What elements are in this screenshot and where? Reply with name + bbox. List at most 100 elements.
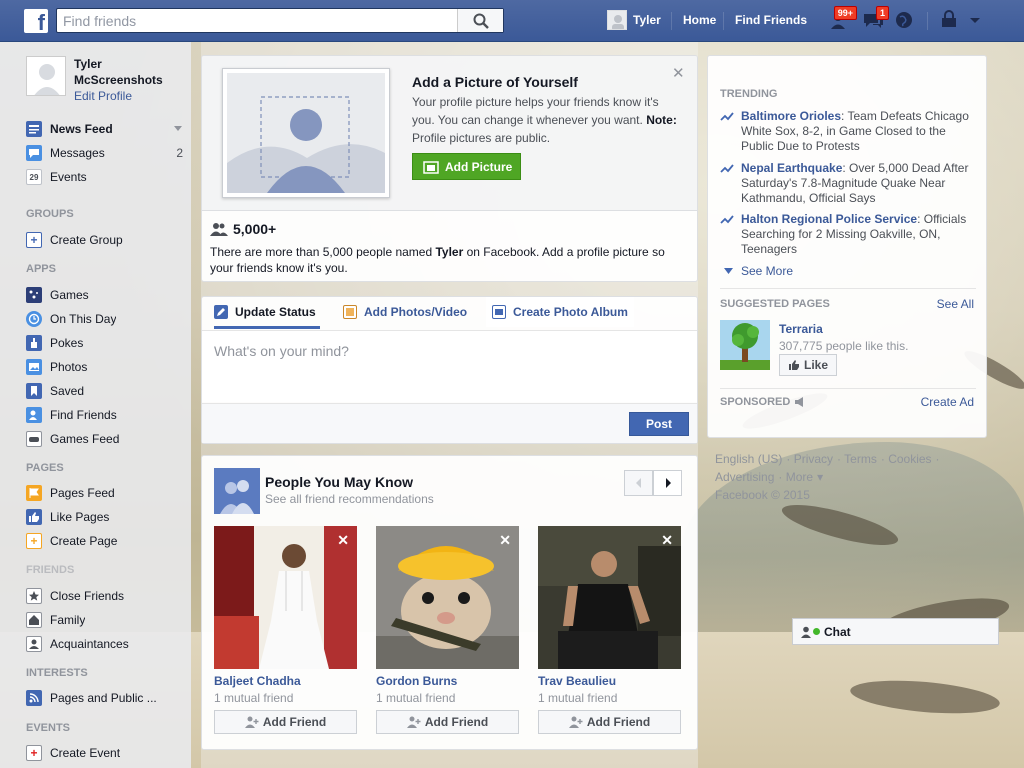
profile-name-link[interactable]: Tyler McScreenshots xyxy=(74,56,184,88)
friend-requests-button[interactable]: 99+ xyxy=(829,6,857,31)
friend-name-link[interactable]: Baljeet Chadha xyxy=(214,674,357,688)
pencil-icon xyxy=(214,305,228,319)
close-icon[interactable]: ✕ xyxy=(661,532,673,549)
friend-suggestion: ✕ Trav Beaulieu 1 mutual friend Add Frie… xyxy=(538,526,681,734)
friend-photo[interactable]: ✕ xyxy=(214,526,357,669)
user-avatar[interactable] xyxy=(607,10,627,30)
footer-link-cookies[interactable]: Cookies xyxy=(888,452,931,466)
footer-link-privacy[interactable]: Privacy xyxy=(794,452,833,466)
like-page-button[interactable]: Like xyxy=(779,354,837,376)
status-input[interactable] xyxy=(214,343,694,403)
tab-add-photos-video[interactable]: Add Photos/Video xyxy=(343,297,467,327)
trending-header: TRENDING xyxy=(720,88,778,100)
sidebar-item-label: Messages xyxy=(50,146,105,160)
sidebar-item-family[interactable]: Family xyxy=(26,611,186,629)
footer-link-advertising[interactable]: Advertising xyxy=(715,470,774,484)
mutual-friends-link[interactable]: 1 mutual friend xyxy=(538,691,681,705)
chat-bar[interactable]: Chat xyxy=(792,618,999,645)
edit-profile-link[interactable]: Edit Profile xyxy=(74,89,132,103)
sidebar-item-games-feed[interactable]: Games Feed xyxy=(26,430,186,448)
photo-icon xyxy=(343,305,357,319)
add-friend-button[interactable]: Add Friend xyxy=(376,710,519,734)
trending-item[interactable]: Nepal Earthquake: Over 5,000 Dead After … xyxy=(720,161,980,206)
sidebar-item-like-pages[interactable]: Like Pages xyxy=(26,508,186,526)
sidebar-item-acquaintances[interactable]: Acquaintances xyxy=(26,635,186,653)
suggested-page-name[interactable]: Terraria xyxy=(779,322,823,336)
sidebar-item-create-event[interactable]: + Create Event xyxy=(26,744,186,762)
person-photo-image xyxy=(376,526,519,669)
trending-topic-name[interactable]: Baltimore Orioles xyxy=(741,109,841,123)
footer-link-more[interactable]: More xyxy=(786,470,813,484)
post-button[interactable]: Post xyxy=(629,412,689,436)
nav-home-link[interactable]: Home xyxy=(683,13,716,27)
add-friend-button[interactable]: Add Friend xyxy=(214,710,357,734)
sidebar-item-games[interactable]: Games xyxy=(26,286,186,304)
messages-count: 2 xyxy=(176,146,183,160)
suggested-page-image[interactable] xyxy=(720,320,770,370)
add-picture-button[interactable]: Add Picture xyxy=(412,153,521,180)
see-all-link[interactable]: See All xyxy=(937,297,974,311)
pager-next-button[interactable] xyxy=(653,470,682,496)
sidebar-item-news-feed[interactable]: News Feed xyxy=(26,120,186,138)
chevron-down-icon[interactable] xyxy=(174,126,182,132)
sidebar-item-messages[interactable]: Messages 2 xyxy=(26,144,186,162)
mutual-friends-link[interactable]: 1 mutual friend xyxy=(214,691,357,705)
messages-button[interactable]: 1 xyxy=(861,6,889,31)
sidebar-item-pages-and-public[interactable]: Pages and Public ... xyxy=(26,689,186,707)
nav-find-friends-link[interactable]: Find Friends xyxy=(735,13,807,27)
see-more-link[interactable]: See More xyxy=(724,264,793,278)
chevron-left-icon xyxy=(635,478,641,488)
sidebar-item-events[interactable]: 29 Events xyxy=(26,168,186,186)
search-button[interactable] xyxy=(457,9,503,32)
search-input[interactable] xyxy=(57,9,457,32)
people-you-may-know-title: People You May Know xyxy=(265,474,414,490)
profile-picture-frame[interactable] xyxy=(222,68,390,198)
sidebar-item-find-friends[interactable]: Find Friends xyxy=(26,406,186,424)
sidebar-item-create-group[interactable]: + Create Group xyxy=(26,231,186,249)
create-ad-link[interactable]: Create Ad xyxy=(921,395,974,409)
tab-update-status[interactable]: Update Status xyxy=(214,297,316,327)
nav-profile-link[interactable]: Tyler xyxy=(633,13,661,27)
friend-name-link[interactable]: Gordon Burns xyxy=(376,674,519,688)
section-header-apps: APPS xyxy=(26,263,56,275)
sidebar-item-label: Pages Feed xyxy=(50,486,115,500)
friend-photo[interactable]: ✕ xyxy=(376,526,519,669)
trending-topic-name[interactable]: Halton Regional Police Service xyxy=(741,212,917,226)
sidebar-item-on-this-day[interactable]: On This Day xyxy=(26,310,186,328)
friend-photo[interactable]: ✕ xyxy=(538,526,681,669)
pager-previous-button[interactable] xyxy=(624,470,653,496)
sidebar-item-photos[interactable]: Photos xyxy=(26,358,186,376)
add-friend-button[interactable]: Add Friend xyxy=(538,710,681,734)
search-box xyxy=(56,8,504,33)
trending-item[interactable]: Halton Regional Police Service: Official… xyxy=(720,212,980,257)
calendar-icon: 29 xyxy=(26,169,42,185)
footer-link-terms[interactable]: Terms xyxy=(844,452,877,466)
close-icon[interactable]: ✕ xyxy=(672,66,685,81)
profile-picture[interactable] xyxy=(26,56,66,96)
trending-item[interactable]: Baltimore Orioles: Team Defeats Chicago … xyxy=(720,109,980,154)
sidebar-item-pokes[interactable]: Pokes xyxy=(26,334,186,352)
friend-name-link[interactable]: Trav Beaulieu xyxy=(538,674,681,688)
privacy-shortcuts-button[interactable] xyxy=(940,9,964,31)
close-icon[interactable]: ✕ xyxy=(499,532,511,549)
nav-separator xyxy=(927,12,928,30)
online-status-icon xyxy=(813,628,820,635)
mutual-friends-link[interactable]: 1 mutual friend xyxy=(376,691,519,705)
sidebar-item-create-page[interactable]: + Create Page xyxy=(26,532,186,550)
see-all-recommendations-link[interactable]: See all friend recommendations xyxy=(265,492,434,506)
tab-create-photo-album[interactable]: Create Photo Album xyxy=(486,297,634,327)
trending-topic-name[interactable]: Nepal Earthquake xyxy=(741,161,842,175)
trending-arrow-icon xyxy=(720,164,734,173)
pages-feed-icon xyxy=(26,485,42,501)
people-count-value: 5,000+ xyxy=(233,221,277,237)
sidebar-item-pages-feed[interactable]: Pages Feed xyxy=(26,484,186,502)
sidebar-item-saved[interactable]: Saved xyxy=(26,382,186,400)
add-picture-note-label: Note: xyxy=(646,113,677,127)
notifications-button[interactable] xyxy=(893,9,917,31)
sidebar-item-close-friends[interactable]: Close Friends xyxy=(26,587,186,605)
account-menu-button[interactable] xyxy=(966,9,984,31)
facebook-logo[interactable]: f xyxy=(24,9,48,33)
footer-link-language[interactable]: English (US) xyxy=(715,452,782,466)
add-profile-picture-card: Add a Picture of Yourself Your profile p… xyxy=(201,55,698,282)
close-icon[interactable]: ✕ xyxy=(337,532,349,549)
